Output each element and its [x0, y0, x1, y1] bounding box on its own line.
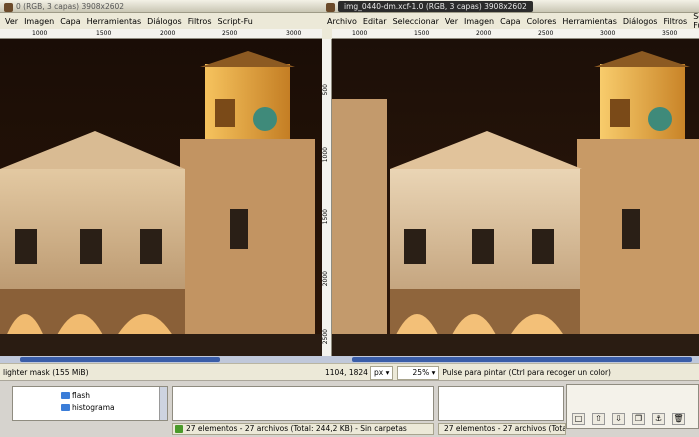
church-night-photo	[0, 39, 322, 356]
folder-icon	[61, 392, 70, 399]
statusbar: 1104, 1824 px ▾ 25% ▾ Pulse para pintar …	[322, 363, 699, 380]
ruler-tick: 2000	[322, 271, 329, 287]
menu-filtros[interactable]: Filtros	[660, 17, 690, 26]
ruler-tick: 3000	[600, 30, 616, 37]
ruler-tick: 1500	[322, 209, 329, 225]
menu-capa[interactable]: Capa	[497, 17, 523, 26]
gimp-image-window-left: 0 (RGB, 3 capas) 3908x2602 Ver Imagen Ca…	[0, 0, 322, 380]
menu-imagen[interactable]: Imagen	[21, 17, 57, 26]
ruler-tick: 2000	[160, 30, 176, 37]
ruler-tick: 1500	[96, 30, 112, 37]
ruler-tick: 3000	[286, 30, 302, 37]
folder-label: flash	[72, 391, 90, 400]
horizontal-scrollbar[interactable]	[322, 356, 699, 363]
image-canvas[interactable]	[332, 39, 699, 356]
ruler-tick: 3500	[662, 30, 678, 37]
ruler-tick: 1000	[32, 30, 48, 37]
down-arrow-icon[interactable]: ⇩	[612, 413, 625, 425]
new-document-icon[interactable]: □	[572, 413, 585, 425]
vertical-ruler[interactable]: 500 1000 1500 2000 2500	[322, 39, 332, 356]
menu-script-fu[interactable]: Script-Fu	[690, 12, 699, 30]
vertical-scrollbar[interactable]	[159, 387, 167, 420]
ruler-tick: 1500	[414, 30, 430, 37]
zoom-value: 25%	[412, 368, 430, 377]
statusbar: lighter mask (155 MiB)	[0, 363, 322, 380]
status-message: lighter mask (155 MiB)	[3, 368, 89, 377]
image-canvas[interactable]	[0, 39, 322, 356]
file-browser-statusbar-2: 27 elementos - 27 archivos (Total: 244,2…	[438, 423, 566, 435]
window-titlebar[interactable]: img_0440-dm.xcf-1.0 (RGB, 3 capas) 3908x…	[322, 0, 699, 13]
image-thumbnail-icon	[326, 2, 335, 12]
ruler-tick: 2500	[222, 30, 238, 37]
status-text: 27 elementos - 27 archivos (Total: 244,2…	[444, 424, 565, 433]
tree-item-histograma[interactable]: histograma	[61, 403, 115, 412]
window-title: img_0440-dm.xcf-1.0 (RGB, 3 capas) 3908x…	[338, 1, 533, 12]
horizontal-ruler[interactable]: 1000 1500 2000 2500 3000 3500	[332, 29, 699, 39]
gimp-image-window-right: img_0440-dm.xcf-1.0 (RGB, 3 capas) 3908x…	[322, 0, 699, 380]
horizontal-ruler[interactable]: 1000 1500 2000 2500 3000	[0, 29, 322, 39]
menu-dialogos[interactable]: Diálogos	[620, 17, 661, 26]
folder-icon	[61, 404, 70, 411]
status-message: Pulse para pintar (Ctrl para recoger un …	[442, 368, 611, 377]
gimp-icon	[4, 2, 13, 12]
chevron-down-icon: ▾	[431, 368, 436, 377]
menu-colores[interactable]: Colores	[524, 17, 560, 26]
trash-icon[interactable]: 🗑	[672, 413, 685, 425]
menu-imagen[interactable]: Imagen	[461, 17, 497, 26]
anchor-icon[interactable]: ⚓	[652, 413, 665, 425]
menu-capa[interactable]: Capa	[57, 17, 83, 26]
unit-value: px	[374, 368, 384, 377]
scrollbar-thumb[interactable]	[20, 357, 220, 362]
ruler-tick: 1000	[352, 30, 368, 37]
file-list-panel[interactable]	[172, 386, 434, 421]
menu-herramientas[interactable]: Herramientas	[84, 17, 145, 26]
menubar: Ver Imagen Capa Herramientas Diálogos Fi…	[0, 13, 322, 29]
menu-archivo[interactable]: Archivo	[324, 17, 360, 26]
status-text: 27 elementos - 27 archivos (Total: 244,2…	[186, 424, 407, 433]
menubar: Archivo Editar Seleccionar Ver Imagen Ca…	[322, 12, 699, 30]
menu-seleccionar[interactable]: Seleccionar	[390, 17, 442, 26]
horizontal-scrollbar[interactable]	[0, 356, 322, 363]
chevron-down-icon: ▾	[385, 368, 390, 377]
folder-label: histograma	[72, 403, 115, 412]
ruler-tick: 2000	[476, 30, 492, 37]
ruler-tick: 500	[322, 84, 329, 96]
menu-herramientas[interactable]: Herramientas	[559, 17, 620, 26]
menu-ver[interactable]: Ver	[2, 17, 21, 26]
ruler-tick: 2500	[322, 329, 329, 345]
unit-selector[interactable]: px ▾	[370, 366, 394, 380]
ruler-tick: 2500	[538, 30, 554, 37]
up-arrow-icon[interactable]: ⇧	[592, 413, 605, 425]
menu-filtros[interactable]: Filtros	[185, 17, 215, 26]
menu-editar[interactable]: Editar	[360, 17, 390, 26]
tree-item-flash[interactable]: flash	[61, 391, 90, 400]
menu-script-fu[interactable]: Script-Fu	[214, 17, 255, 26]
menu-ver[interactable]: Ver	[442, 17, 461, 26]
check-icon	[175, 425, 183, 433]
file-list-panel-2[interactable]	[438, 386, 564, 421]
ruler-tick: 1000	[322, 147, 329, 163]
window-titlebar[interactable]: 0 (RGB, 3 capas) 3908x2602	[0, 0, 322, 13]
pointer-coordinates: 1104, 1824	[325, 368, 368, 377]
duplicate-icon[interactable]: ❐	[632, 413, 645, 425]
menu-dialogos[interactable]: Diálogos	[144, 17, 185, 26]
zoom-selector[interactable]: 25% ▾	[397, 366, 440, 380]
window-title: 0 (RGB, 3 capas) 3908x2602	[16, 2, 125, 11]
folder-tree-panel[interactable]: flash histograma	[12, 386, 168, 421]
church-night-photo	[332, 39, 699, 356]
file-browser-statusbar: 27 elementos - 27 archivos (Total: 244,2…	[172, 423, 434, 435]
scrollbar-thumb[interactable]	[352, 357, 692, 362]
